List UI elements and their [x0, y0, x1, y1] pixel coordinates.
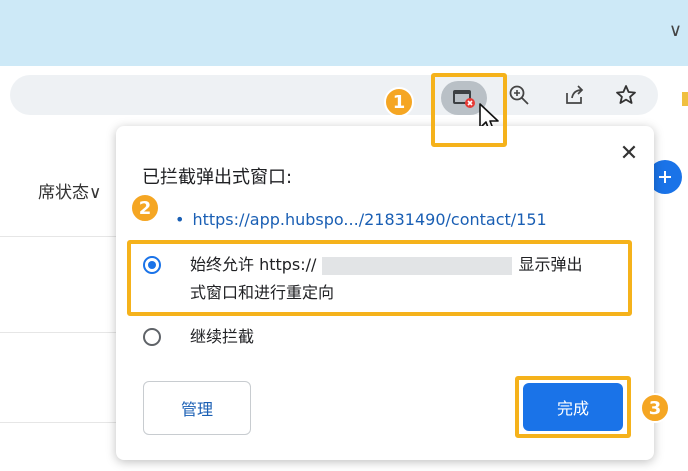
- address-bar[interactable]: [10, 75, 658, 115]
- share-icon[interactable]: [562, 82, 588, 108]
- page-background-left: [0, 122, 120, 471]
- manage-button[interactable]: 管理: [143, 381, 251, 435]
- dialog-title: 已拦截弹出式窗口:: [142, 167, 293, 188]
- browser-titlebar: ∨: [0, 0, 688, 66]
- highlight-box-2: [127, 240, 632, 316]
- plus-icon: [659, 171, 671, 183]
- bullet: •: [175, 210, 185, 229]
- step-badge-1: 1: [384, 87, 414, 117]
- extension-icon-fragment[interactable]: [682, 92, 688, 106]
- highlight-box-3: [515, 376, 631, 438]
- blocked-popup-link[interactable]: • https://app.hubspo.../21831490/contact/…: [175, 210, 547, 229]
- close-icon[interactable]: ✕: [616, 140, 642, 166]
- zoom-icon[interactable]: [506, 82, 532, 108]
- step-badge-2: 2: [130, 193, 160, 223]
- radio-continue-blocking[interactable]: [143, 328, 161, 346]
- column-header-status[interactable]: 席状态∨: [38, 178, 101, 203]
- step-badge-3: 3: [640, 393, 670, 423]
- tab-list-chevron-icon[interactable]: ∨: [669, 20, 682, 41]
- blocked-link-text[interactable]: https://app.hubspo.../21831490/contact/1…: [192, 210, 546, 229]
- bookmark-star-icon[interactable]: [613, 82, 639, 108]
- highlight-box-1: [431, 73, 507, 147]
- option-continue-blocking-label: 继续拦截: [190, 327, 255, 346]
